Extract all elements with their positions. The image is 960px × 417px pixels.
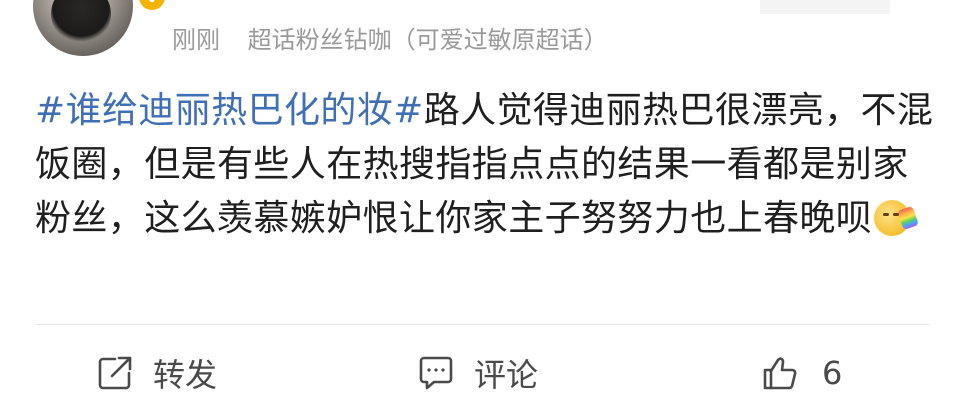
weibo-post-card: V 刚刚 超话粉丝钻咖（可爱过敏原超话） #谁给迪丽热巴化的妆#路人觉得迪丽热巴…	[0, 0, 960, 417]
top-strip	[760, 0, 890, 14]
like-count: 6	[822, 354, 843, 392]
action-bar: 转发 评论 6	[0, 326, 960, 417]
topic-link[interactable]: #谁给迪丽热巴化的妆#	[35, 90, 424, 131]
divider	[35, 324, 930, 325]
comment-label: 评论	[474, 356, 539, 394]
share-icon	[98, 356, 132, 390]
post-source[interactable]: 超话粉丝钻咖（可爱过敏原超话）	[248, 26, 608, 54]
post-text: #谁给迪丽热巴化的妆#路人觉得迪丽热巴很漂亮，不混饭圈，但是有些人在热搜指指点点…	[35, 84, 935, 246]
repost-button[interactable]: 转发	[95, 348, 217, 398]
post-meta: 刚刚 超话粉丝钻咖（可爱过敏原超话）	[172, 20, 608, 60]
verified-badge: V	[137, 0, 167, 12]
comment-icon	[419, 356, 453, 390]
repost-label: 转发	[153, 356, 218, 394]
comment-button[interactable]: 评论	[416, 348, 538, 398]
avatar-container[interactable]: V	[33, 0, 167, 56]
rainbow-vomit-emoji-icon	[874, 200, 911, 236]
verified-v-icon: V	[139, 0, 165, 10]
avatar[interactable]	[33, 0, 133, 56]
like-button[interactable]: 6	[760, 348, 842, 398]
thumbs-up-icon	[763, 357, 797, 390]
post-time: 刚刚	[172, 26, 220, 54]
